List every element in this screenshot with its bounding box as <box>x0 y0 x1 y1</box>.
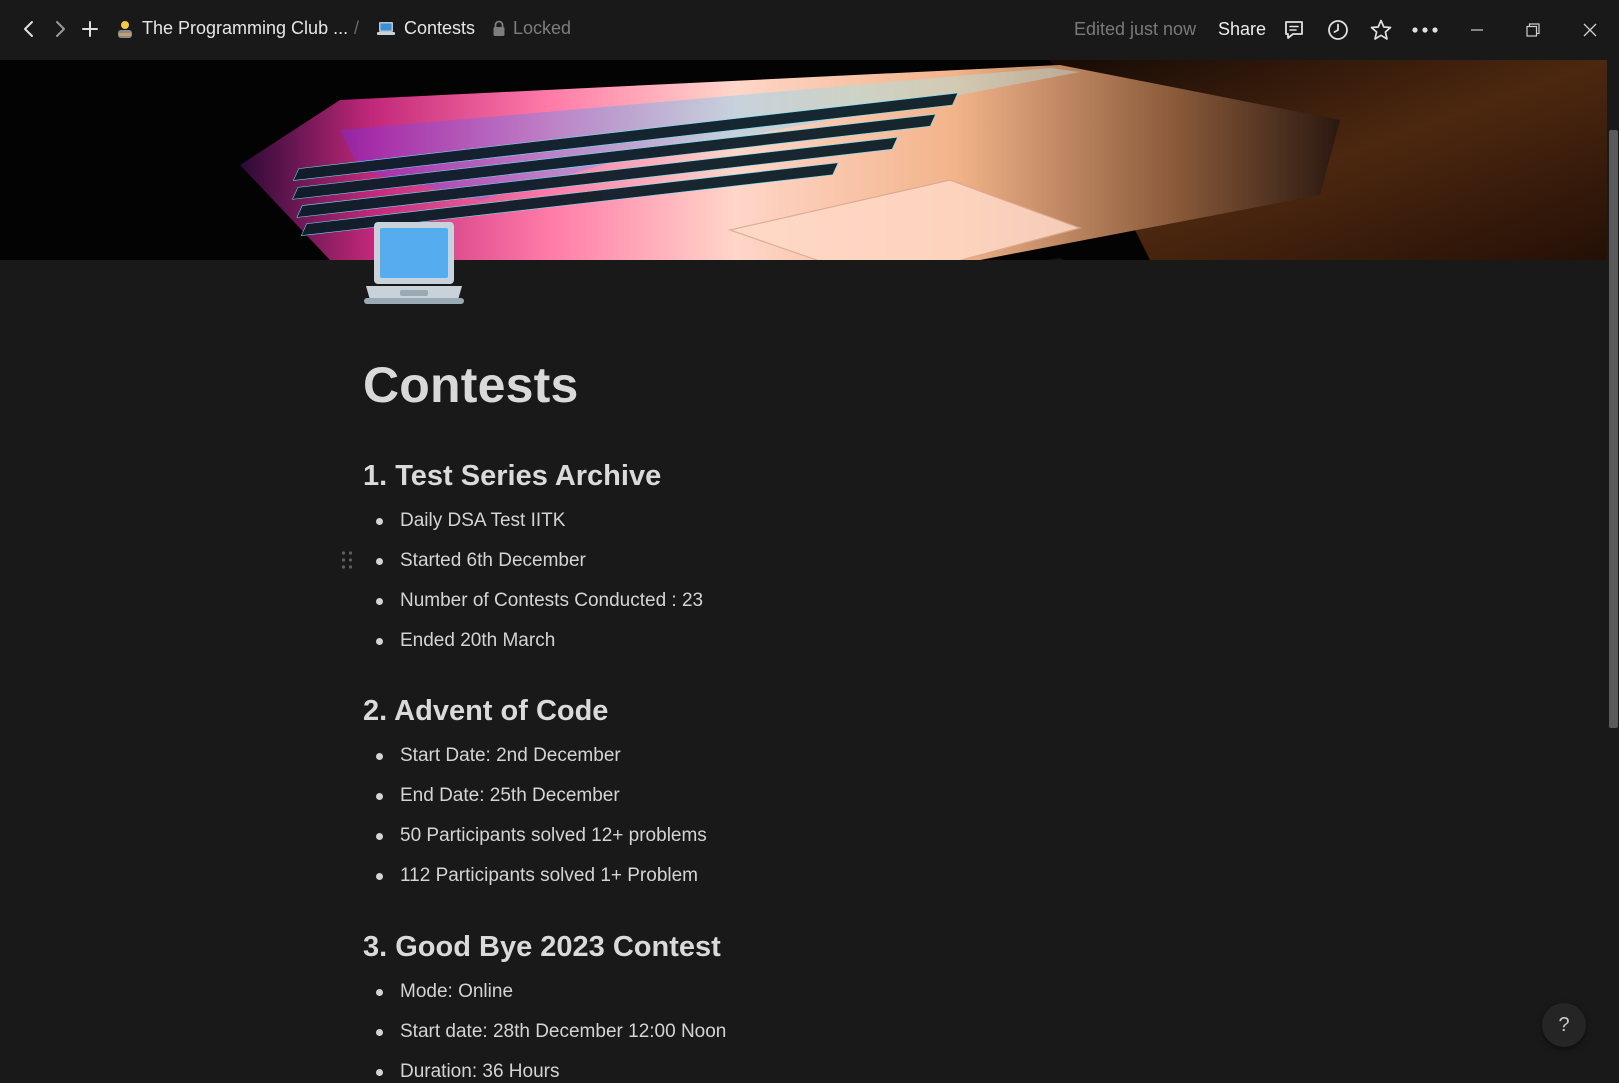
list-item-text: Start date: 28th December 12:00 Noon <box>400 1021 727 1042</box>
list-item-text: Mode: Online <box>400 981 514 1002</box>
list-item-text: Ended 20th March <box>400 630 556 651</box>
list-item[interactable]: Daily DSA Test IITK <box>376 510 565 532</box>
list-item[interactable]: Mode: Online <box>376 981 513 1003</box>
laptop-icon[interactable] <box>362 220 466 310</box>
list-item[interactable]: Ended 20th March <box>376 630 555 652</box>
list-item-text: Duration: 36 Hours <box>400 1061 560 1082</box>
list-item[interactable]: Duration: 36 Hours <box>376 1061 559 1083</box>
bullet-dot-icon <box>376 832 383 840</box>
star-icon[interactable] <box>1367 16 1395 44</box>
list-item-text: Daily DSA Test IITK <box>400 510 566 531</box>
edited-status: Edited just now <box>1074 19 1197 39</box>
locked-label: Locked <box>513 18 572 38</box>
restore-window-icon[interactable] <box>1519 16 1547 44</box>
list-item[interactable]: End Date: 25th December <box>376 785 620 807</box>
bullet-dot-icon <box>376 872 383 880</box>
bullet-dot-icon <box>376 792 383 800</box>
list-item-text: 112 Participants solved 1+ Problem <box>400 865 699 886</box>
back-arrow-icon[interactable] <box>16 16 42 42</box>
bullet-dot-icon <box>376 1068 383 1076</box>
page-title[interactable]: Contests <box>363 356 579 414</box>
scrollbar-thumb[interactable] <box>1609 130 1618 728</box>
breadcrumb-separator: / <box>354 18 360 38</box>
list-item[interactable]: 50 Participants solved 12+ problems <box>376 825 707 847</box>
plus-icon[interactable] <box>77 16 103 42</box>
close-icon[interactable] <box>1576 16 1604 44</box>
cover-image <box>0 60 1607 260</box>
breadcrumb-item-contests[interactable]: Contests <box>376 18 475 39</box>
list-item[interactable]: Number of Contests Conducted : 23 <box>376 590 703 612</box>
forward-arrow-icon[interactable] <box>47 16 73 42</box>
bullet-dot-icon <box>376 517 383 525</box>
list-item-text: Number of Contests Conducted : 23 <box>400 590 704 611</box>
list-item[interactable]: 112 Participants solved 1+ Problem <box>376 865 698 887</box>
list-item-text: 50 Participants solved 12+ problems <box>400 825 707 846</box>
bullet-dot-icon <box>376 597 383 605</box>
bullet-dot-icon <box>376 637 383 645</box>
section-heading-test-series[interactable]: 1. Test Series Archive <box>363 460 661 493</box>
section-heading-advent-of-code[interactable]: 2. Advent of Code <box>363 695 608 728</box>
locked-indicator[interactable]: Locked <box>492 18 571 39</box>
list-item-text: Started 6th December <box>400 550 586 571</box>
history-clock-icon[interactable] <box>1324 16 1352 44</box>
breadcrumb-item-club[interactable]: The Programming Club ... <box>116 18 348 39</box>
list-item[interactable]: Started 6th December <box>376 550 586 572</box>
list-item-text: Start Date: 2nd December <box>400 745 621 766</box>
list-item[interactable]: Start Date: 2nd December <box>376 745 621 767</box>
laptop-emoji-icon <box>376 20 396 38</box>
bullet-dot-icon <box>376 988 383 996</box>
more-options-icon[interactable] <box>1411 16 1439 44</box>
comment-icon[interactable] <box>1280 16 1308 44</box>
breadcrumb-label: The Programming Club ... <box>142 18 349 38</box>
minimize-icon[interactable] <box>1463 16 1491 44</box>
share-button[interactable]: Share <box>1218 19 1266 40</box>
breadcrumb-label: Contests <box>404 18 476 38</box>
list-item[interactable]: Start date: 28th December 12:00 Noon <box>376 1021 726 1043</box>
list-item-text: End Date: 25th December <box>400 785 620 806</box>
help-button[interactable]: ? <box>1542 1003 1586 1047</box>
bullet-dot-icon <box>376 752 383 760</box>
bullet-dot-icon <box>376 557 383 565</box>
top-bar: The Programming Club ... / Contests Lock… <box>0 0 1619 60</box>
lock-icon <box>492 20 506 37</box>
section-heading-good-bye-2023[interactable]: 3. Good Bye 2023 Contest <box>363 931 721 964</box>
drag-handle-icon[interactable] <box>340 550 354 570</box>
bullet-dot-icon <box>376 1028 383 1036</box>
person-emoji-icon <box>116 19 134 39</box>
